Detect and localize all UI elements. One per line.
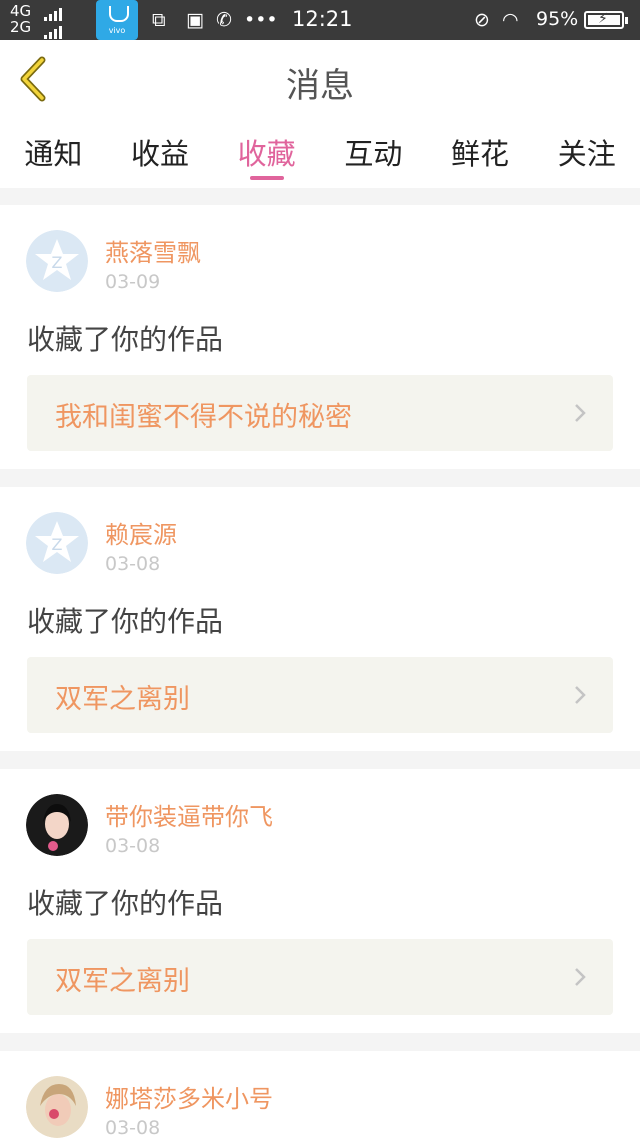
username[interactable]: 带你装逼带你飞 [105, 797, 273, 832]
network-bottom-label: 2G [10, 18, 32, 36]
default-avatar-icon[interactable]: Z [26, 230, 88, 292]
action-text: 收藏了你的作品 [27, 323, 224, 356]
bag-icon: ▣ [186, 9, 204, 31]
message-date: 03-08 [105, 835, 161, 857]
work-title: 双军之离别 [55, 684, 190, 715]
work-title: 我和闺蜜不得不说的秘密 [55, 402, 352, 433]
tab-favorites[interactable]: 收藏 [213, 118, 320, 188]
clock: 12:21 [292, 7, 353, 31]
status-bar: 4G 2G vivo ⧉ ▣ ✆ ••• 12:21 ⊘ ◠ 95% ⚡ [0, 0, 640, 40]
message-date: 03-09 [105, 271, 161, 293]
tab-interactions[interactable]: 互动 [320, 118, 427, 188]
work-title: 双军之离别 [55, 966, 190, 997]
action-text: 收藏了你的作品 [27, 605, 224, 638]
header: 消息 [0, 40, 640, 118]
tab-flowers[interactable]: 鲜花 [427, 118, 534, 188]
username[interactable]: 燕落雪飘 [105, 233, 201, 268]
action-text: 收藏了你的作品 [27, 887, 224, 920]
svg-text:Z: Z [52, 535, 63, 554]
username[interactable]: 娜塔莎多米小号 [105, 1079, 273, 1114]
user-photo-avatar[interactable] [26, 1076, 88, 1138]
mute-icon: ⊘ [474, 9, 490, 31]
chevron-right-icon [575, 686, 586, 704]
signal-icon [44, 5, 64, 41]
tab-bar: 通知 收益 收藏 互动 鲜花 关注 [0, 118, 640, 188]
svg-text:Z: Z [52, 253, 63, 272]
message-card: 带你装逼带你飞 03-08 收藏了你的作品 双军之离别 [0, 769, 640, 1033]
more-icon: ••• [244, 9, 278, 31]
network-top-label: 4G [10, 2, 32, 20]
store-label: vivo [108, 26, 126, 35]
user-photo-avatar[interactable] [26, 794, 88, 856]
message-date: 03-08 [105, 1117, 161, 1138]
work-link[interactable]: 我和闺蜜不得不说的秘密 [27, 375, 613, 451]
chevron-right-icon [575, 968, 586, 986]
tab-following[interactable]: 关注 [533, 118, 640, 188]
phone-icon: ✆ [216, 9, 232, 31]
message-card: 娜塔莎多米小号 03-08 [0, 1051, 640, 1138]
battery-percent: 95% [536, 8, 579, 30]
message-card: Z 燕落雪飘 03-09 收藏了你的作品 我和闺蜜不得不说的秘密 [0, 205, 640, 469]
wifi-icon: ◠ [502, 9, 519, 31]
app-store-icon: vivo [96, 0, 138, 40]
message-date: 03-08 [105, 553, 161, 575]
tab-notifications[interactable]: 通知 [0, 118, 107, 188]
battery-icon: ⚡ [584, 11, 628, 29]
chevron-right-icon [575, 404, 586, 422]
message-card: Z 赖宸源 03-08 收藏了你的作品 双军之离别 [0, 487, 640, 751]
work-link[interactable]: 双军之离别 [27, 657, 613, 733]
work-link[interactable]: 双军之离别 [27, 939, 613, 1015]
username[interactable]: 赖宸源 [105, 515, 177, 550]
default-avatar-icon[interactable]: Z [26, 512, 88, 574]
page-title: 消息 [286, 66, 354, 106]
screenshot-icon: ⧉ [152, 9, 166, 31]
network-type: 4G 2G [10, 3, 31, 35]
tab-earnings[interactable]: 收益 [107, 118, 214, 188]
